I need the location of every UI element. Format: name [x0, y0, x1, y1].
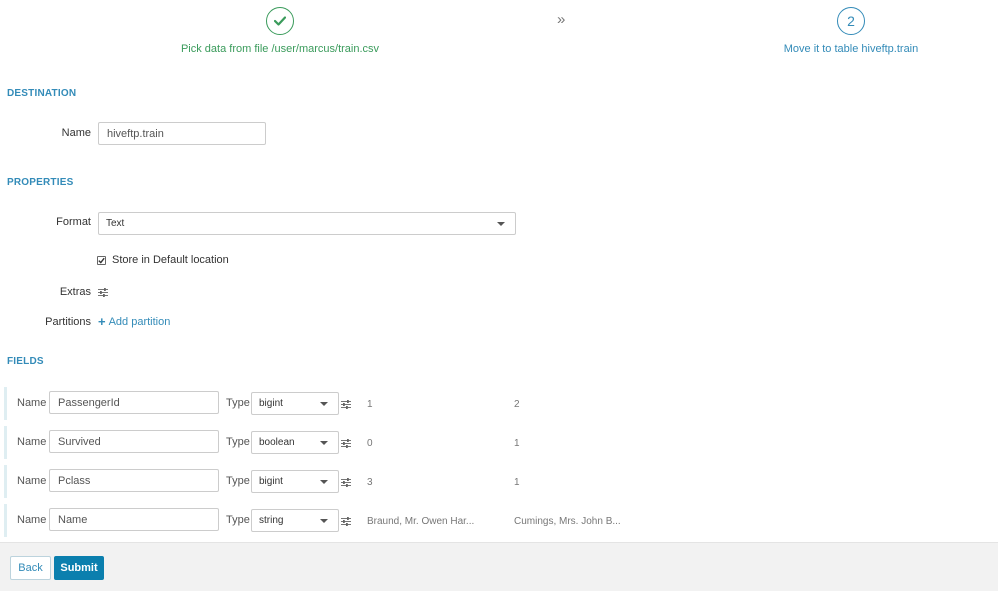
partitions-label: Partitions [45, 316, 91, 328]
field-type-label: Type [226, 514, 250, 526]
sliders-icon[interactable] [341, 478, 351, 487]
wizard-step-2-label: Move it to table hiveftp.train [783, 43, 919, 55]
caret-down-icon [320, 402, 328, 406]
field-type-value: string [259, 515, 284, 526]
sliders-icon[interactable] [341, 400, 351, 409]
sliders-icon[interactable] [98, 288, 108, 297]
wizard-step-2-number: 2 [837, 7, 865, 35]
store-default-location-row[interactable]: Store in Default location [97, 254, 229, 266]
field-type-select[interactable]: bigint [251, 392, 339, 415]
field-sample-value-1: 1 [367, 399, 373, 410]
field-type-select[interactable]: boolean [251, 431, 339, 454]
field-name-label: Name [17, 436, 47, 448]
caret-down-icon [320, 480, 328, 484]
back-button[interactable]: Back [10, 556, 51, 580]
destination-section-title: DESTINATION [7, 88, 77, 99]
plus-icon: + [98, 314, 106, 329]
field-type-label: Type [226, 397, 250, 409]
destination-name-input[interactable] [98, 122, 266, 145]
destination-name-label: Name [61, 127, 91, 139]
caret-down-icon [320, 519, 328, 523]
sliders-icon[interactable] [341, 517, 351, 526]
field-name-label: Name [17, 514, 47, 526]
field-type-value: bigint [259, 476, 283, 487]
format-select[interactable]: Text [98, 212, 516, 235]
field-name-input[interactable] [49, 391, 219, 414]
add-partition-link[interactable]: + Add partition [98, 314, 171, 329]
caret-down-icon [497, 222, 505, 226]
chevron-double-right-icon: » [557, 11, 565, 28]
format-select-value: Text [106, 218, 125, 229]
field-type-value: boolean [259, 437, 295, 448]
field-sample-value-1: 3 [367, 477, 373, 488]
caret-down-icon [320, 441, 328, 445]
field-name-label: Name [17, 475, 47, 487]
field-sample-value-2: Cumings, Mrs. John B... [514, 516, 621, 527]
store-default-location-checkbox[interactable] [97, 255, 106, 265]
field-sample-value-1: Braund, Mr. Owen Har... [367, 516, 475, 527]
field-type-select[interactable]: bigint [251, 470, 339, 493]
properties-section-title: PROPERTIES [7, 177, 74, 188]
check-icon [266, 7, 294, 35]
add-partition-label: Add partition [108, 316, 171, 328]
wizard-step-1[interactable]: Pick data from file /user/marcus/train.c… [150, 7, 410, 55]
footer-bar: Back Submit [0, 542, 998, 591]
field-name-label: Name [17, 397, 47, 409]
field-name-input[interactable] [49, 430, 219, 453]
field-row: Name Type string Braund, Mr. Owen Har...… [4, 504, 998, 537]
field-name-input[interactable] [49, 508, 219, 531]
field-row: Name Type bigint 3 1 [4, 465, 998, 498]
field-sample-value-2: 1 [514, 477, 520, 488]
wizard-step-1-label: Pick data from file /user/marcus/train.c… [180, 43, 380, 55]
field-type-label: Type [226, 475, 250, 487]
field-type-value: bigint [259, 398, 283, 409]
field-row: Name Type bigint 1 2 [4, 387, 998, 420]
fields-section-title: FIELDS [7, 356, 44, 367]
field-sample-value-2: 1 [514, 438, 520, 449]
store-default-location-label: Store in Default location [112, 254, 229, 266]
sliders-icon[interactable] [341, 439, 351, 448]
checkmark-icon [98, 257, 105, 264]
format-label: Format [56, 216, 91, 228]
field-type-select[interactable]: string [251, 509, 339, 532]
field-row: Name Type boolean 0 1 [4, 426, 998, 459]
wizard-step-2[interactable]: 2 Move it to table hiveftp.train [740, 7, 962, 55]
field-sample-value-2: 2 [514, 399, 520, 410]
extras-label: Extras [59, 286, 91, 298]
field-name-input[interactable] [49, 469, 219, 492]
field-type-label: Type [226, 436, 250, 448]
submit-button[interactable]: Submit [54, 556, 104, 580]
field-sample-value-1: 0 [367, 438, 373, 449]
